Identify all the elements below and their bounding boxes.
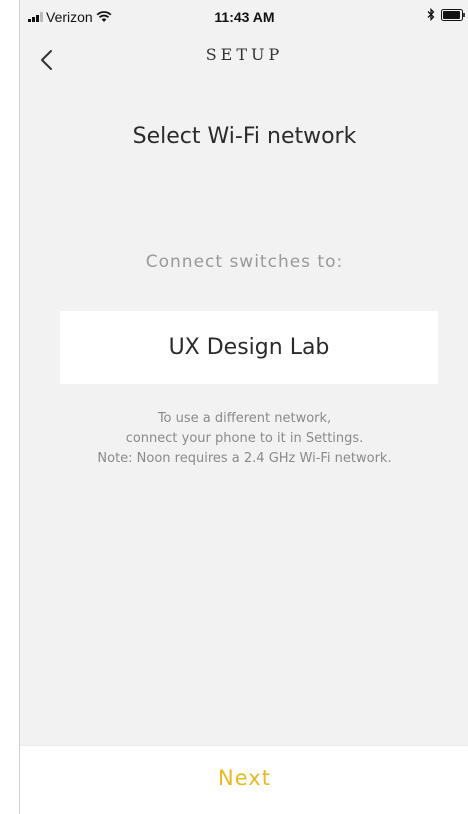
next-button[interactable]: Next xyxy=(20,766,468,790)
status-bar: Verizon 11:43 AM xyxy=(20,0,468,38)
page-title: Select Wi-Fi network xyxy=(132,124,357,149)
battery-icon xyxy=(441,8,465,21)
footer-bar: Next xyxy=(20,745,468,814)
navigation-bar: SETUP xyxy=(20,38,468,82)
help-line: To use a different network, xyxy=(157,411,332,426)
help-line: Note: Noon requires a 2.4 GHz Wi-Fi netw… xyxy=(97,451,392,466)
help-text: To use a different network, connect your… xyxy=(20,409,468,469)
nav-title: SETUP xyxy=(205,45,284,64)
help-line: connect your phone to it in Settings. xyxy=(125,431,364,446)
network-name: UX Design Lab xyxy=(168,335,330,360)
bluetooth-icon xyxy=(427,8,435,21)
setup-screen: Verizon 11:43 AM SETUP Select Wi-Fi netw… xyxy=(19,0,468,814)
status-right xyxy=(427,8,465,21)
status-time: 11:43 AM xyxy=(214,9,275,25)
network-field[interactable]: UX Design Lab xyxy=(60,311,438,384)
connect-label: Connect switches to: xyxy=(145,252,344,272)
